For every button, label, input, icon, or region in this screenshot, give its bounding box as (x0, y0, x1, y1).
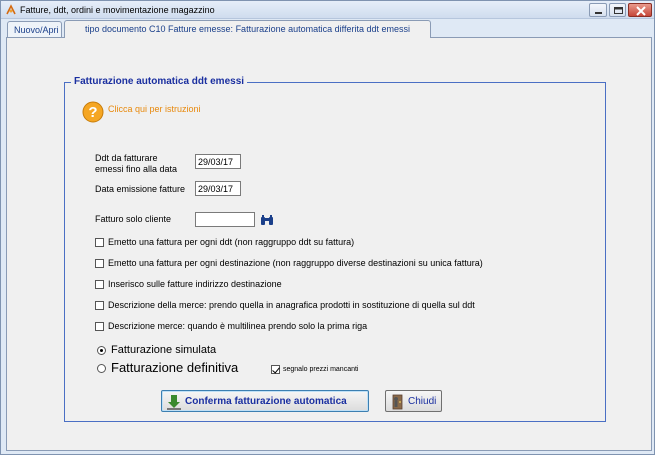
close-window-button[interactable] (628, 3, 652, 17)
door-exit-icon (392, 394, 403, 410)
option-label: Descrizione merce: quando è multilinea p… (108, 321, 368, 331)
tab-panel: Fatturazione automatica ddt emessi ? Cli… (6, 37, 652, 451)
ddt-date-label-line2: emessi fino alla data (95, 164, 178, 174)
maximize-button[interactable] (609, 3, 626, 17)
close-icon (636, 6, 646, 16)
option-label: Emetto una fattura per ogni ddt (non rag… (108, 237, 355, 247)
svg-text:?: ? (88, 104, 97, 121)
maximize-icon (614, 7, 623, 14)
title-bar: Fatture, ddt, ordini e movimentazione ma… (1, 1, 654, 19)
ddt-date-label-line1: Ddt da fatturare (95, 153, 158, 163)
option-label: Emetto una fattura per ogni destinazione… (108, 258, 483, 268)
option-label: Descrizione della merce: prendo quella i… (108, 300, 475, 310)
client-field[interactable] (195, 212, 255, 227)
confirm-button[interactable]: Conferma fatturazione automatica (161, 390, 369, 412)
window-title: Fatture, ddt, ordini e movimentazione ma… (20, 5, 215, 15)
simulated-label: Fatturazione simulata (111, 344, 217, 356)
app-icon (6, 4, 16, 15)
help-link[interactable]: Clicca qui per istruzioni (108, 104, 201, 114)
close-button-label: Chiudi (408, 396, 437, 407)
missing-prices-checkbox[interactable] (271, 365, 280, 374)
option-checkbox[interactable] (95, 238, 104, 247)
missing-prices-label: segnalo prezzi mancanti (283, 366, 359, 373)
emission-date-field[interactable] (195, 181, 241, 196)
minimize-button[interactable] (589, 3, 607, 17)
minimize-icon (595, 12, 602, 14)
tab-fatturazione-automatica[interactable]: tipo documento C10 Fatture emesse: Fattu… (64, 20, 431, 38)
emission-date-label: Data emissione fatture (95, 184, 186, 194)
help-icon[interactable]: ? (82, 101, 104, 123)
client-label: Fatturo solo cliente (95, 214, 172, 224)
option-label: Inserisco sulle fatture indirizzo destin… (108, 279, 282, 289)
close-button[interactable]: Chiudi (385, 390, 442, 412)
confirm-arrow-icon (167, 395, 181, 410)
option-checkbox[interactable] (95, 280, 104, 289)
simulated-radio[interactable] (97, 346, 106, 355)
definitive-radio[interactable] (97, 364, 106, 373)
option-checkbox[interactable] (95, 301, 104, 310)
ddt-date-field[interactable] (195, 154, 241, 169)
binoculars-search-icon[interactable] (260, 214, 274, 226)
definitive-label: Fatturazione definitiva (111, 360, 239, 375)
app-window: Fatture, ddt, ordini e movimentazione ma… (0, 0, 655, 455)
tab-nuovo-apri[interactable]: Nuovo/Apri (7, 21, 62, 37)
confirm-button-label: Conferma fatturazione automatica (185, 396, 347, 407)
client-area: Nuovo/Apri Fatturazione automatica ddt e… (4, 19, 652, 452)
invoicing-group: Fatturazione automatica ddt emessi ? Cli… (64, 76, 606, 422)
option-checkbox[interactable] (95, 259, 104, 268)
option-checkbox[interactable] (95, 322, 104, 331)
group-title: Fatturazione automatica ddt emessi (71, 76, 248, 87)
